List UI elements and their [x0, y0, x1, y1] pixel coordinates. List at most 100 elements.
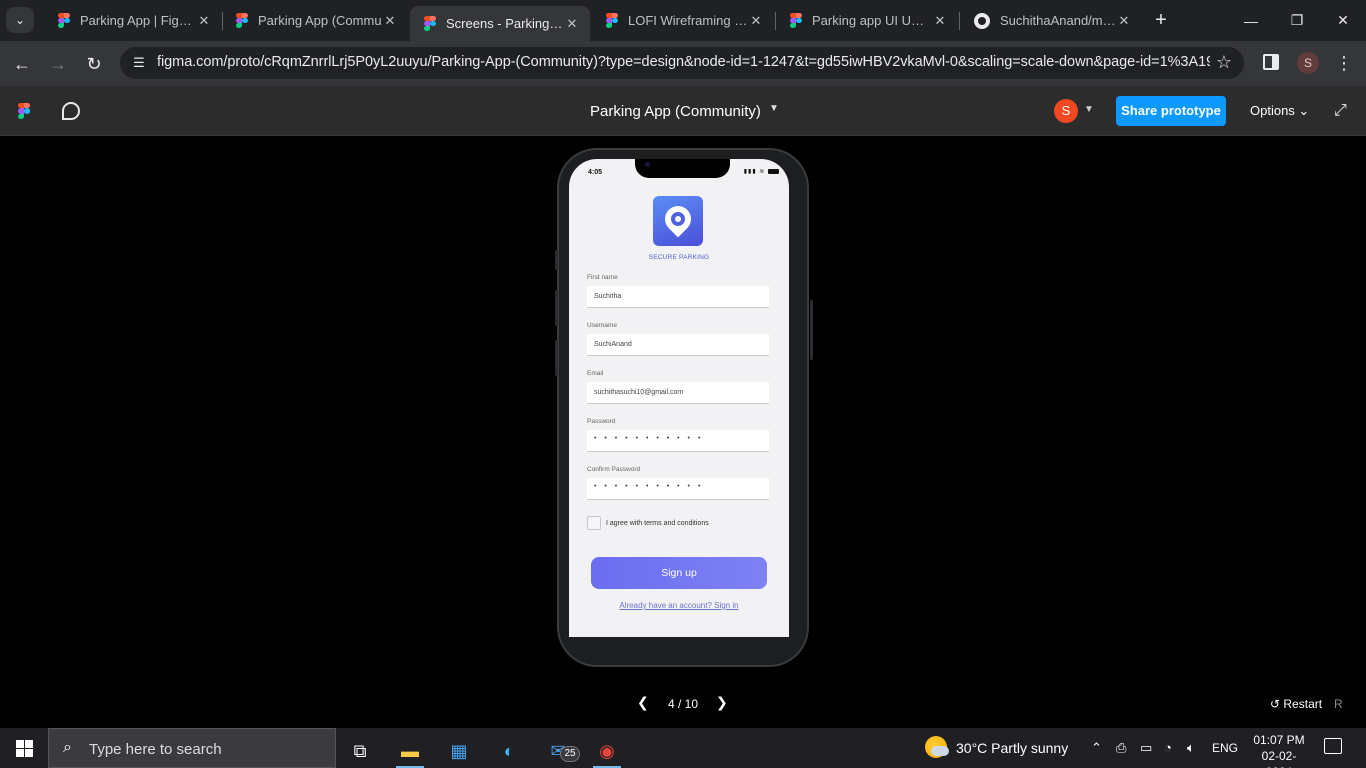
share-prototype-button[interactable]: Share prototype — [1116, 96, 1226, 126]
minimize-icon[interactable]: — — [1228, 0, 1274, 41]
tab-github-repo[interactable]: SuchithaAnand/mobi ✕ — [960, 4, 1142, 37]
chevron-down-icon[interactable]: ▼ — [1084, 104, 1094, 115]
tab-search-chevron-icon[interactable]: ⌄ — [6, 7, 34, 33]
confirm-password-label: Confirm Password — [587, 466, 641, 473]
password-field[interactable]: • • • • • • • • • • • — [587, 430, 769, 452]
new-tab-plus-icon[interactable]: + — [1150, 9, 1172, 31]
secure-parking-logo-icon — [653, 196, 703, 246]
phone-side-button — [555, 340, 558, 376]
task-view-icon[interactable]: ⧉ — [340, 734, 380, 768]
username-field[interactable]: SuchiAnand — [587, 334, 769, 356]
taskbar-clock[interactable]: 01:07 PM 02-02-2024 — [1250, 732, 1308, 768]
edge-browser-icon[interactable]: ◐ — [489, 734, 529, 768]
partly-sunny-icon[interactable] — [925, 736, 949, 758]
figma-icon — [790, 12, 802, 29]
reload-icon[interactable]: ↻ — [80, 50, 108, 78]
taskbar-search-box[interactable]: ⌕ Type here to search — [48, 728, 336, 768]
address-bar[interactable]: ☰ figma.com/proto/cRqmZnrrlLrj5P0yL2uuyu… — [120, 47, 1244, 79]
windows-taskbar: ⌕ Type here to search ⧉ ▬ ▦ ◐ ✉ ◉ — [0, 728, 1366, 768]
forward-arrow-icon[interactable]: → — [44, 50, 72, 78]
figma-icon — [606, 12, 618, 29]
terms-row: I agree with terms and conditions — [587, 516, 709, 530]
restart-button[interactable]: ↺ Restart — [1270, 697, 1322, 711]
first-name-field[interactable]: Suchitha — [587, 286, 769, 308]
windows-start-icon[interactable] — [16, 740, 33, 757]
back-arrow-icon[interactable]: ← — [8, 50, 36, 78]
profile-avatar[interactable]: S — [1297, 52, 1319, 74]
screen-counter: 4 / 10 — [668, 697, 699, 711]
tab-title: Parking app UI UX Kit — [812, 13, 932, 28]
restore-icon[interactable]: ❐ — [1274, 0, 1320, 41]
close-icon[interactable]: ✕ — [1116, 13, 1132, 29]
browser-tab-strip: ⌄ Parking App | Figma C ✕ Parking App (C… — [0, 0, 1366, 41]
first-name-label: First name — [587, 274, 618, 281]
next-screen-chevron-icon[interactable]: ❯ — [716, 694, 728, 711]
tab-title: Parking App | Figma C — [80, 13, 196, 28]
browser-toolbar: ← → ↻ ☰ figma.com/proto/cRqmZnrrlLrj5P0y… — [0, 41, 1366, 86]
tab-screens-parking-app[interactable]: Screens - Parking App ✕ — [410, 6, 590, 41]
terms-checkbox[interactable] — [587, 516, 601, 530]
language-indicator[interactable]: ENG — [1212, 741, 1238, 755]
figma-prototype-header: Parking App (Community) ▼ S ▼ Share prot… — [0, 86, 1366, 136]
options-button[interactable]: Options ⌄ — [1250, 103, 1309, 119]
figma-icon — [236, 12, 248, 29]
figma-icon — [58, 12, 70, 29]
figma-logo-icon[interactable] — [18, 103, 30, 119]
password-label: Password — [587, 418, 616, 425]
signal-wifi-battery-icon: ▮▮▮ ≋ — [744, 168, 779, 175]
phone-side-button — [555, 250, 558, 270]
fullscreen-expand-icon[interactable]: ⤢ — [1334, 102, 1347, 120]
tab-parking-ui-ux-kit[interactable]: Parking app UI UX Kit ✕ — [776, 4, 958, 37]
weather-text[interactable]: 30°C Partly sunny — [956, 740, 1068, 756]
close-icon[interactable]: ✕ — [932, 13, 948, 29]
site-settings-icon[interactable]: ☰ — [130, 54, 148, 72]
close-icon[interactable]: ✕ — [564, 16, 580, 32]
clock-time: 01:07 PM — [1253, 733, 1305, 747]
meet-now-icon[interactable]: ⎙ — [1116, 740, 1126, 756]
brand-name: SECURE PARKING — [648, 254, 710, 261]
previous-screen-chevron-icon[interactable]: ❮ — [637, 694, 649, 711]
phone-side-button — [555, 290, 558, 326]
close-icon[interactable]: ✕ — [748, 13, 764, 29]
search-placeholder: Type here to search — [89, 741, 222, 758]
sign-up-button[interactable]: Sign up — [591, 557, 767, 589]
chrome-icon[interactable]: ◉ — [587, 734, 627, 768]
side-panel-icon[interactable] — [1263, 54, 1279, 70]
url-text[interactable]: figma.com/proto/cRqmZnrrlLrj5P0yL2uuyu/P… — [157, 54, 1210, 70]
chevron-down-icon[interactable]: ▼ — [769, 103, 779, 114]
window-close-icon[interactable]: ✕ — [1320, 0, 1366, 41]
tab-parking-app-figma[interactable]: Parking App | Figma C ✕ — [44, 4, 222, 37]
microsoft-store-icon[interactable]: ▦ — [439, 734, 479, 768]
email-label: Email — [587, 370, 604, 377]
phone-notch — [635, 159, 730, 178]
email-field[interactable]: suchithasuchi10@gmail.com — [587, 382, 769, 404]
file-explorer-icon[interactable]: ▬ — [390, 734, 430, 768]
clock-date: 02-02-2024 — [1261, 749, 1297, 768]
search-icon: ⌕ — [63, 739, 72, 756]
phone-screen: 4:05 ▮▮▮ ≋ SECURE PARKING First name Suc… — [569, 159, 789, 637]
tab-title: LOFI Wireframing Par — [628, 13, 748, 28]
notification-center-icon[interactable] — [1324, 738, 1342, 754]
github-icon — [974, 12, 990, 29]
browser-menu-icon[interactable]: ⋮ — [1334, 52, 1354, 74]
options-label: Options — [1250, 103, 1295, 118]
show-hidden-icons-chevron-icon[interactable]: ⌃ — [1091, 740, 1102, 756]
network-icon[interactable]: ◔ — [1164, 740, 1172, 755]
file-title[interactable]: Parking App (Community) — [590, 103, 761, 120]
close-icon[interactable]: ✕ — [196, 13, 212, 29]
sign-in-link[interactable]: Already have an account? Sign in — [569, 601, 789, 610]
terms-label[interactable]: I agree with terms and conditions — [606, 520, 709, 527]
tab-title: SuchithaAnand/mobi — [1000, 13, 1116, 28]
restart-shortcut: R — [1334, 697, 1343, 711]
confirm-password-field[interactable]: • • • • • • • • • • • — [587, 478, 769, 500]
tab-lofi-wireframing[interactable]: LOFI Wireframing Par ✕ — [592, 4, 774, 37]
tab-parking-app-community[interactable]: Parking App (Commu ✕ — [222, 4, 408, 37]
comment-icon[interactable] — [62, 102, 80, 120]
battery-icon[interactable]: ▭ — [1140, 740, 1152, 756]
figma-icon — [424, 15, 436, 32]
bookmark-star-icon[interactable]: ☆ — [1216, 52, 1232, 73]
volume-icon[interactable]: 🔈︎ — [1187, 740, 1195, 756]
user-avatar[interactable]: S — [1054, 99, 1078, 123]
close-icon[interactable]: ✕ — [382, 13, 398, 29]
restart-label: Restart — [1283, 697, 1323, 711]
